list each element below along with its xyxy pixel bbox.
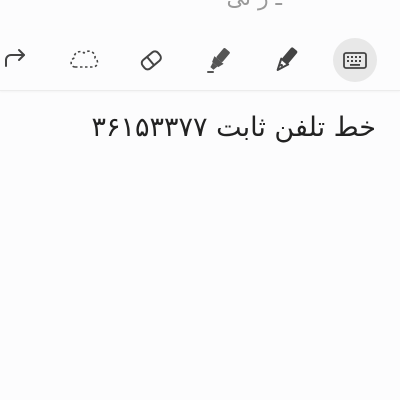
redo-button[interactable] bbox=[0, 38, 38, 82]
eraser-icon bbox=[137, 46, 165, 74]
pen-button[interactable] bbox=[264, 38, 308, 82]
note-body-text[interactable]: خط تلفن ثابت ۳۶۱۵۳۳۷۷ bbox=[16, 110, 376, 146]
note-editor-screen: ـ ر ثی bbox=[0, 0, 400, 400]
redo-arrow-icon bbox=[2, 46, 30, 74]
top-partial-area: ـ ر ثی bbox=[0, 0, 400, 28]
pen-icon bbox=[271, 45, 301, 75]
eraser-button[interactable] bbox=[129, 38, 173, 82]
keyboard-button[interactable] bbox=[333, 38, 377, 82]
lasso-dashed-icon bbox=[68, 46, 100, 74]
lasso-button[interactable] bbox=[62, 38, 106, 82]
drawing-toolbar bbox=[0, 30, 400, 91]
cut-off-text: ـ ر ثی bbox=[226, 0, 282, 11]
highlighter-button[interactable] bbox=[197, 38, 241, 82]
highlighter-icon bbox=[204, 45, 234, 75]
keyboard-icon bbox=[341, 46, 369, 74]
